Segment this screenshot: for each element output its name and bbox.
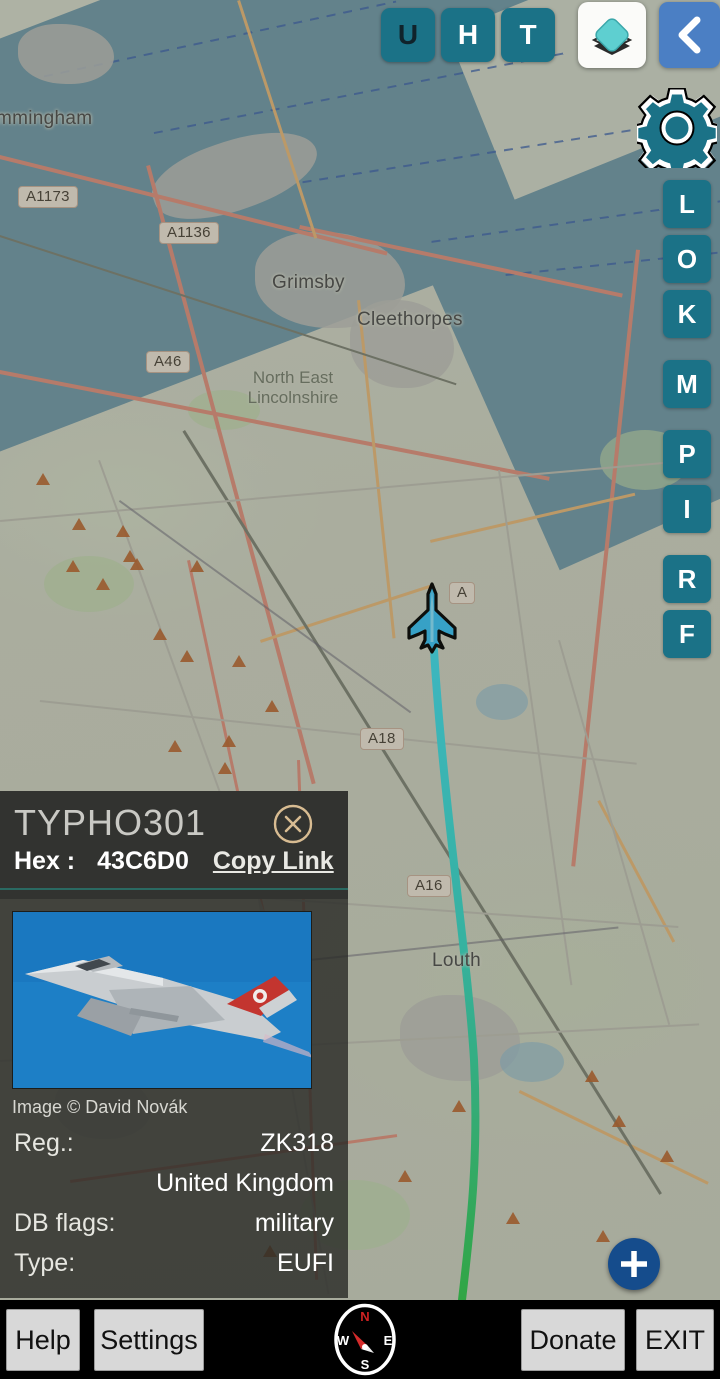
add-button[interactable]: [608, 1238, 660, 1290]
h-button[interactable]: H: [441, 8, 495, 62]
o-button[interactable]: O: [663, 235, 711, 283]
t-button[interactable]: T: [501, 8, 555, 62]
aircraft-photo[interactable]: [12, 911, 312, 1089]
donate-button[interactable]: Donate: [521, 1309, 625, 1371]
top-toolbar: U H T: [0, 0, 720, 72]
row-value: United Kingdom: [156, 1169, 334, 1197]
panel-header: TYPHO301 Hex : 43C6D0 Copy Link: [0, 791, 348, 899]
close-circle-icon: [273, 804, 313, 844]
road-shield: A18: [360, 728, 404, 750]
plus-icon: [621, 1251, 647, 1277]
photo-credit: Image © David Novák: [12, 1097, 188, 1117]
fighter-jet-icon[interactable]: [403, 582, 461, 654]
k-button[interactable]: K: [663, 290, 711, 338]
l-button[interactable]: L: [663, 180, 711, 228]
row-value: EUFI: [277, 1249, 334, 1277]
panel-divider: [0, 888, 348, 890]
gear-icon: [630, 87, 720, 181]
map-place-label: Grimsby: [272, 272, 345, 293]
row-value: ZK318: [260, 1129, 334, 1157]
f-button[interactable]: F: [663, 610, 711, 658]
row-key: Reg.:: [14, 1129, 74, 1157]
m-button[interactable]: M: [663, 360, 711, 408]
settings-gear-button[interactable]: [630, 87, 720, 181]
map-layers-button[interactable]: [578, 2, 646, 68]
close-button[interactable]: [272, 803, 314, 845]
r-button[interactable]: R: [663, 555, 711, 603]
road-shield: A16: [407, 875, 451, 897]
app-root: A1173 A1136 A46 A A18 A16 mmingham Grims…: [0, 0, 720, 1379]
compass-button[interactable]: N E S W: [327, 1301, 403, 1378]
info-row-reg: Reg.: ZK318: [12, 1129, 336, 1158]
info-row-country: United Kingdom: [12, 1169, 336, 1198]
aircraft-info-panel: TYPHO301 Hex : 43C6D0 Copy Link Image © …: [0, 791, 348, 1300]
hex-label: Hex :: [14, 847, 76, 875]
copy-link-button[interactable]: Copy Link: [213, 847, 334, 876]
back-button[interactable]: [659, 2, 720, 68]
p-button[interactable]: P: [663, 430, 711, 478]
map-layers-icon: [591, 18, 633, 55]
road-shield: A1173: [18, 186, 78, 208]
exit-button[interactable]: EXIT: [636, 1309, 714, 1371]
u-button[interactable]: U: [381, 8, 435, 62]
svg-text:W: W: [337, 1333, 350, 1348]
map-place-label: mmingham: [0, 108, 93, 129]
road-shield: A1136: [159, 222, 219, 244]
svg-text:N: N: [360, 1309, 369, 1324]
map-place-label: Cleethorpes: [357, 309, 463, 330]
bottom-bar: Help Settings Donate EXIT N E S W: [0, 1300, 720, 1379]
row-key: DB flags:: [14, 1209, 116, 1237]
map-place-label: Louth: [432, 950, 482, 971]
row-key: Type:: [14, 1249, 76, 1277]
compass-rose-icon: N E S W: [334, 1303, 396, 1376]
panel-body: Image © David Novák Reg.: ZK318 United K…: [0, 899, 348, 1298]
help-button[interactable]: Help: [6, 1309, 80, 1371]
typhoon-jet-photo: [13, 912, 311, 1088]
info-row-type: Type: EUFI: [12, 1249, 336, 1278]
right-button-column: L O K M P I R F: [663, 180, 711, 658]
chevron-left-icon: [678, 16, 700, 54]
settings-button[interactable]: Settings: [94, 1309, 204, 1371]
road-shield: A46: [146, 351, 190, 373]
svg-text:S: S: [361, 1357, 370, 1372]
hex-value: 43C6D0: [97, 847, 189, 875]
row-value: military: [254, 1209, 334, 1237]
svg-text:E: E: [384, 1333, 393, 1348]
map-region-label: North East Lincolnshire: [247, 368, 339, 407]
hex-row: Hex : 43C6D0 Copy Link: [0, 847, 348, 876]
i-button[interactable]: I: [663, 485, 711, 533]
info-row-dbflags: DB flags: military: [12, 1209, 336, 1238]
